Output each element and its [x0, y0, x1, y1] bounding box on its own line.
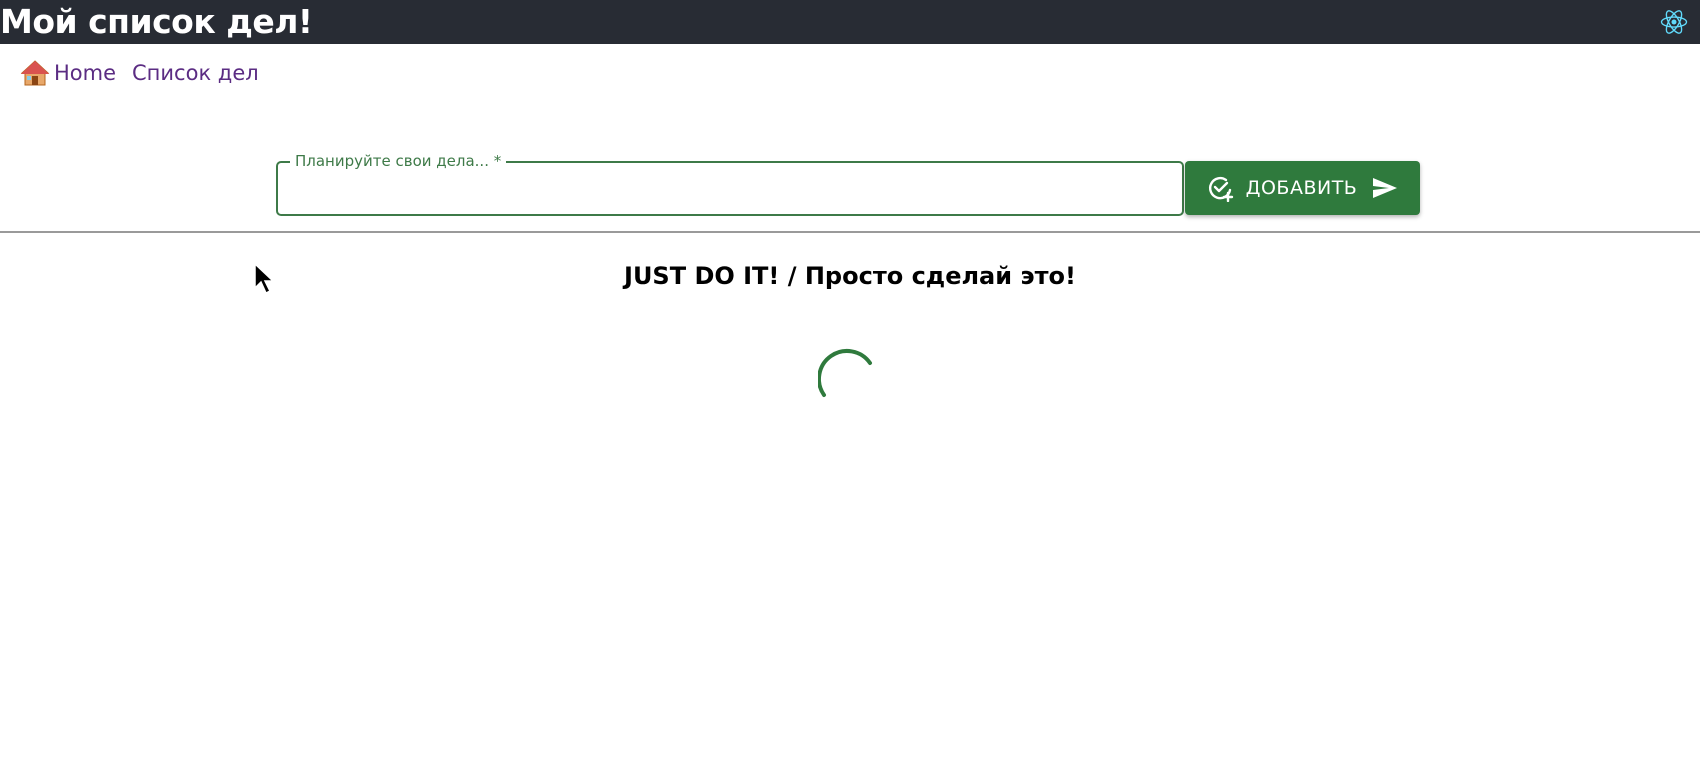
page-title: Мой список дел!	[0, 2, 313, 41]
mouse-cursor-icon	[254, 262, 275, 295]
task-input[interactable]	[290, 171, 1174, 207]
add-task-icon	[1208, 176, 1233, 202]
breadcrumb-nav: Home Список дел	[20, 58, 275, 88]
react-logo-icon	[1660, 10, 1688, 34]
nav-link-home[interactable]: Home	[54, 61, 116, 85]
add-task-button-label: ДОБАВИТЬ	[1245, 177, 1358, 199]
add-task-button[interactable]: ДОБАВИТЬ	[1185, 161, 1420, 215]
nav-link-todo-list[interactable]: Список дел	[132, 61, 259, 85]
house-icon	[20, 60, 50, 86]
send-icon	[1373, 178, 1398, 198]
section-divider	[0, 231, 1700, 233]
scrollbar[interactable]	[1690, 44, 1700, 772]
app-root: Мой список дел! Home Список дел Планируй…	[0, 0, 1700, 772]
spinner-icon	[818, 348, 872, 397]
task-input-label: Планируйте свои дела... *	[290, 151, 507, 171]
app-header: Мой список дел!	[0, 0, 1700, 44]
